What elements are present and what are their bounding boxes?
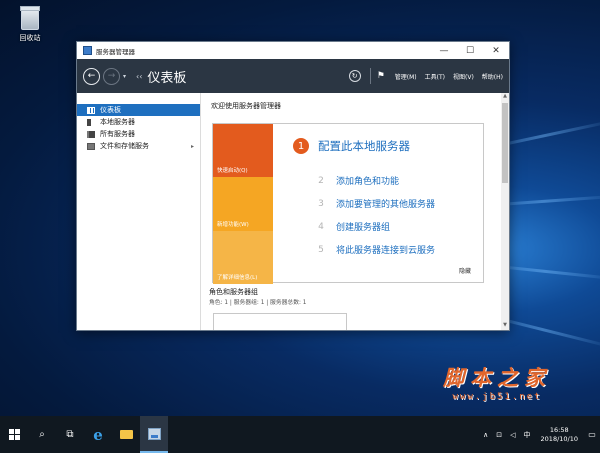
step-number: 4 xyxy=(318,221,324,232)
volume-icon[interactable]: ◁ xyxy=(510,431,515,439)
search-icon: ⌕ xyxy=(39,429,45,440)
breadcrumb-arrows-icon: ‹‹ xyxy=(136,71,143,81)
task-view-icon: ⧉ xyxy=(66,429,74,440)
sidebar-item-local-server[interactable]: 本地服务器 xyxy=(77,116,200,128)
server-manager-icon xyxy=(83,46,92,55)
task-view-button[interactable]: ⧉ xyxy=(56,416,84,453)
search-button[interactable]: ⌕ xyxy=(28,416,56,453)
sidebar-item-label: 仪表板 xyxy=(100,106,121,114)
menu-view[interactable]: 视图(V) xyxy=(453,72,474,81)
step-configure-local-server[interactable]: 1 配置此本地服务器 xyxy=(293,138,410,154)
action-center-icon[interactable]: ▭ xyxy=(584,416,600,453)
history-dropdown[interactable]: ▾ xyxy=(123,73,126,80)
step-connect-cloud[interactable]: 5 将此服务器连接到云服务 xyxy=(314,243,436,257)
back-button[interactable]: ← xyxy=(83,67,100,85)
tile-quick-start[interactable]: 快速启动(Q) xyxy=(213,124,273,178)
close-button[interactable]: ✕ xyxy=(483,42,509,59)
step-label: 将此服务器连接到云服务 xyxy=(336,246,436,256)
step-number: 5 xyxy=(318,244,324,255)
tile-learn-more[interactable]: 了解详细信息(L) xyxy=(213,230,273,284)
taskbar: ⌕ ⧉ e ∧ ⊡ ◁ 中 16:58 2018/10/10 ▭ xyxy=(0,416,600,453)
dashboard-icon xyxy=(87,106,95,114)
sidebar-item-dashboard[interactable]: 仪表板 xyxy=(77,104,200,116)
network-icon[interactable]: ⊡ xyxy=(496,431,502,439)
roles-summary: 角色: 1 | 服务器组: 1 | 服务器总数: 1 xyxy=(209,300,307,306)
step-label: 添加角色和功能 xyxy=(336,177,400,187)
internet-explorer-icon: e xyxy=(93,425,103,444)
watermark-url: www.jb51.net xyxy=(452,392,542,402)
recycle-bin-desktop-icon[interactable]: 回收站 xyxy=(10,6,50,43)
minimize-button[interactable]: — xyxy=(431,42,457,59)
welcome-card: 快速启动(Q) 新增功能(W) 了解详细信息(L) 1 配置此本地服务器 2 添… xyxy=(212,123,484,284)
content-area: 仪表板 本地服务器 所有服务器 文件和存储服务 ▸ 欢迎使用服务器管理器 快速启… xyxy=(77,93,509,330)
step-number: 2 xyxy=(318,175,324,186)
sidebar: 仪表板 本地服务器 所有服务器 文件和存储服务 ▸ xyxy=(77,93,201,330)
dashboard-main: 欢迎使用服务器管理器 快速启动(Q) 新增功能(W) 了解详细信息(L) 1 配… xyxy=(201,93,509,330)
scroll-down-icon[interactable]: ▼ xyxy=(501,322,509,330)
hide-link[interactable]: 隐藏 xyxy=(459,266,471,275)
maximize-button[interactable]: ☐ xyxy=(457,42,483,59)
taskbar-file-explorer[interactable] xyxy=(112,416,140,453)
server-manager-icon xyxy=(147,427,161,440)
scroll-thumb[interactable] xyxy=(502,103,508,183)
windows-logo-icon xyxy=(8,429,20,440)
clock-time: 16:58 xyxy=(549,425,569,434)
server-icon xyxy=(87,118,91,126)
ime-indicator[interactable]: 中 xyxy=(524,430,531,440)
sidebar-item-label: 本地服务器 xyxy=(100,118,135,126)
menu-manage[interactable]: 管理(M) xyxy=(395,72,417,81)
chevron-right-icon[interactable]: ▸ xyxy=(191,143,194,150)
roles-heading: 角色和服务器组 xyxy=(209,288,258,296)
role-tile[interactable] xyxy=(213,313,347,330)
forward-button[interactable]: → xyxy=(103,67,120,85)
notifications-flag-icon[interactable]: ⚑ xyxy=(377,71,385,81)
window-title: 服务器管理器 xyxy=(96,47,135,56)
refresh-button[interactable]: ↻ xyxy=(348,70,361,82)
taskbar-ie[interactable]: e xyxy=(84,416,112,453)
welcome-heading: 欢迎使用服务器管理器 xyxy=(211,102,281,110)
show-hidden-icons[interactable]: ∧ xyxy=(483,431,488,439)
clock-date: 2018/10/10 xyxy=(540,434,578,443)
tile-label: 了解详细信息(L) xyxy=(217,274,258,281)
step-create-group[interactable]: 4 创建服务器组 xyxy=(314,220,391,234)
menu-help[interactable]: 帮助(H) xyxy=(482,72,503,81)
taskbar-server-manager[interactable] xyxy=(140,416,168,453)
storage-icon xyxy=(87,142,95,150)
step-add-servers[interactable]: 3 添加要管理的其他服务器 xyxy=(314,197,436,211)
step-label: 配置此本地服务器 xyxy=(318,139,410,153)
watermark: 脚本之家 www.jb51.net xyxy=(422,362,572,402)
vertical-scrollbar[interactable]: ▲ ▼ xyxy=(501,93,509,330)
scroll-up-icon[interactable]: ▲ xyxy=(501,93,509,101)
sidebar-item-label: 文件和存储服务 xyxy=(100,142,149,150)
step-label: 创建服务器组 xyxy=(336,223,391,233)
step-label: 添加要管理的其他服务器 xyxy=(336,200,436,210)
step-number: 3 xyxy=(318,198,324,209)
server-manager-window: 服务器管理器 — ☐ ✕ ← → ▾ ‹‹ 仪表板 ↻ ⚑ 管理(M) 工具(T… xyxy=(76,41,510,331)
system-tray: ∧ ⊡ ◁ 中 16:58 2018/10/10 ▭ xyxy=(479,416,600,453)
step-add-roles[interactable]: 2 添加角色和功能 xyxy=(314,174,400,188)
step-number: 1 xyxy=(293,138,309,154)
toolbar-divider xyxy=(369,68,371,84)
menu-tools[interactable]: 工具(T) xyxy=(425,72,445,81)
tile-label: 快速启动(Q) xyxy=(217,168,248,175)
sidebar-item-file-storage[interactable]: 文件和存储服务 ▸ xyxy=(77,140,200,152)
start-button[interactable] xyxy=(0,416,28,453)
sidebar-item-all-servers[interactable]: 所有服务器 xyxy=(77,128,200,140)
toolbar: ← → ▾ ‹‹ 仪表板 ↻ ⚑ 管理(M) 工具(T) 视图(V) 帮助(H) xyxy=(77,59,509,93)
watermark-logo: 脚本之家 xyxy=(443,365,551,390)
menu-bar: 管理(M) 工具(T) 视图(V) 帮助(H) xyxy=(395,72,503,81)
clock[interactable]: 16:58 2018/10/10 xyxy=(541,426,578,444)
folder-icon xyxy=(119,430,133,439)
tile-whats-new[interactable]: 新增功能(W) xyxy=(213,177,273,231)
servers-icon xyxy=(87,130,95,138)
recycle-bin-icon xyxy=(20,6,40,30)
sidebar-item-label: 所有服务器 xyxy=(100,130,135,138)
tile-label: 新增功能(W) xyxy=(217,221,249,228)
title-bar[interactable]: 服务器管理器 — ☐ ✕ xyxy=(77,42,509,59)
page-title: 仪表板 xyxy=(147,70,187,86)
recycle-bin-label: 回收站 xyxy=(19,34,41,42)
tile-column: 快速启动(Q) 新增功能(W) 了解详细信息(L) xyxy=(213,124,273,284)
